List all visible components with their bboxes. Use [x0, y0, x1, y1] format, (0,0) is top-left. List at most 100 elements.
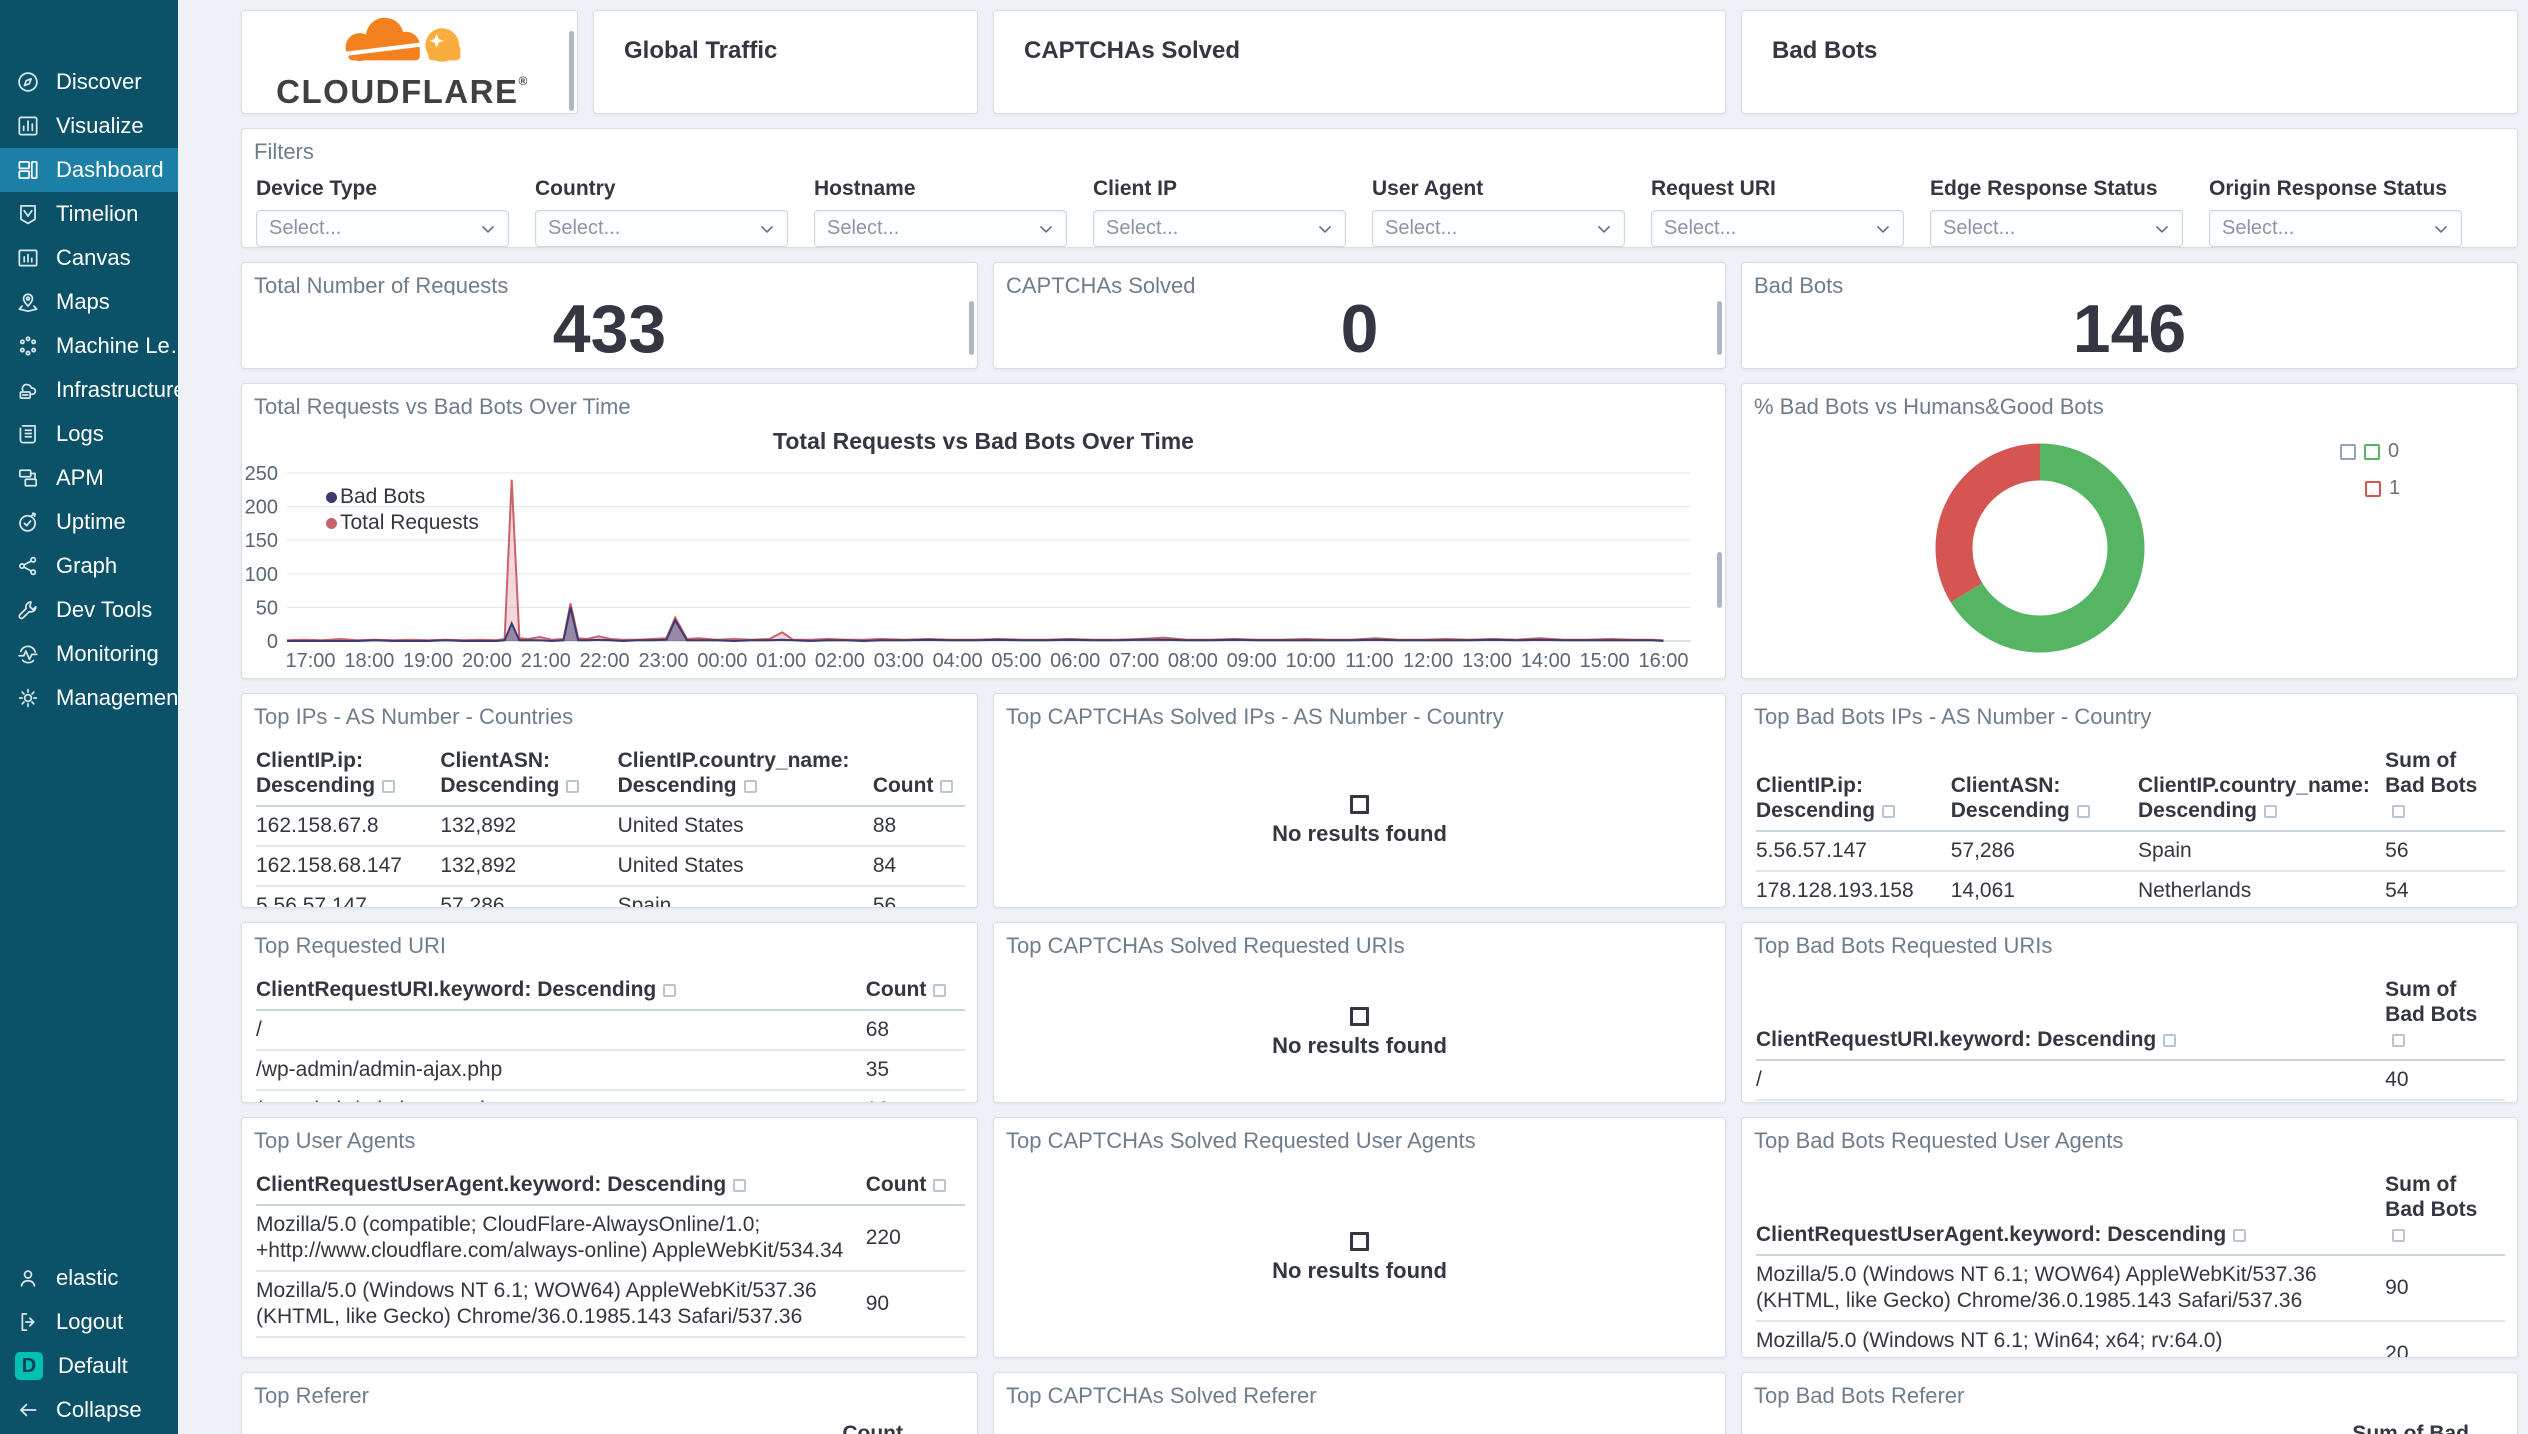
svg-text:20:00: 20:00	[462, 650, 512, 672]
panel-scrollbar[interactable]	[969, 301, 974, 355]
sidebar: Discover Visualize Dashboard Timelion Canvas…	[0, 0, 178, 1434]
filter-label: Client IP	[1093, 177, 1178, 200]
table-cell: 5.56.57.147	[256, 886, 441, 907]
tables-row-user-agents: Top User Agents ClientRequestUserAgent.ke…	[241, 1117, 2518, 1358]
sidebar-item-dev-tools[interactable]: Dev Tools	[0, 588, 178, 632]
table-cell: Spain	[2137, 831, 2386, 872]
select-placeholder: Select...	[1106, 217, 1179, 239]
table-head: ClientRequestURI.keyword: Descending Sum …	[1756, 973, 2505, 1061]
sidebar-item-logs[interactable]: Logs	[0, 412, 178, 456]
column-header-count[interactable]: Count	[865, 1168, 965, 1206]
sidebar-item-infrastructure[interactable]: Infrastructure	[0, 368, 178, 412]
panel-scrollbar[interactable]	[1717, 301, 1722, 355]
sidebar-item-label: APM	[56, 465, 104, 490]
chevron-down-icon	[478, 219, 498, 239]
table-cell: /	[256, 1010, 866, 1051]
panel-scrollbar[interactable]	[569, 31, 574, 111]
table-cell: Spain	[617, 886, 873, 907]
filter-select-country[interactable]: Select...	[535, 210, 788, 247]
column-header-sum-of-bad-bots[interactable]: Sum of Bad Bots	[2385, 1168, 2505, 1256]
panel-total-vs-badbots-chart: Total Requests vs Bad Bots Over Time Tota…	[241, 383, 1726, 679]
select-placeholder: Select...	[1943, 217, 2016, 239]
sidebar-item-uptime[interactable]: Uptime	[0, 500, 178, 544]
sidebar-item-apm[interactable]: APM	[0, 456, 178, 500]
column-header-clientrequestuseragent-keyword-descending[interactable]: ClientRequestUserAgent.keyword: Descendi…	[1756, 1168, 2386, 1256]
sort-square-icon	[933, 984, 947, 997]
sidebar-item-graph[interactable]: Graph	[0, 544, 178, 588]
legend-item-bad-bots[interactable]: Bad Bots	[326, 484, 479, 510]
svg-text:150: 150	[245, 530, 278, 552]
filter-controls: Device Type Select... Country Select... Host…	[242, 165, 2517, 247]
panel-metric-total-number-of-requests: Total Number of Requests 433	[241, 262, 978, 369]
sidebar-item-label: Monitoring	[56, 641, 159, 666]
sort-square-icon	[2233, 1229, 2247, 1242]
column-header-label: ClientIP.country_name: Descending	[617, 749, 850, 797]
filter-select-edge-response-status[interactable]: Select...	[1930, 210, 2183, 247]
filter-select-request-uri[interactable]: Select...	[1651, 210, 1904, 247]
filter-select-client-ip[interactable]: Select...	[1093, 210, 1346, 247]
donut-legend-item-0[interactable]: 0	[2340, 440, 2400, 463]
header-row: CLOUDFLARE® Global Traffic CAPTCHAs Solved…	[241, 10, 2518, 114]
svg-text:12:00: 12:00	[1403, 650, 1453, 672]
sidebar-footer-item-logout[interactable]: Logout	[0, 1300, 178, 1344]
column-header-label: ClientASN: Descending	[440, 749, 560, 797]
table-cell: Mozilla/5.0 (Windows NT 6.1; Win64; x64;…	[1756, 1321, 2386, 1357]
table-cell: 57,286	[440, 886, 618, 907]
legend-square-1	[2365, 480, 2381, 497]
panel-scrollbar[interactable]	[1717, 552, 1722, 608]
sidebar-item-management[interactable]: Management	[0, 676, 178, 720]
column-header-clientip-country-name-descending[interactable]: ClientIP.country_name: Descending	[617, 744, 873, 807]
panel-metric-bad-bots: Bad Bots 146	[1741, 262, 2518, 369]
column-header-sum-of-bad-bots[interactable]: Sum of Bad Bots	[2385, 973, 2505, 1061]
column-header-sum-of-bad-bots[interactable]: Sum of Bad Bots	[2385, 744, 2505, 832]
column-header-count[interactable]: Count	[865, 973, 965, 1011]
table-body: 5.56.57.147 57,286 Spain 56 178.128.193.158 1…	[1756, 831, 2505, 907]
column-header-clientip-country-name-descending[interactable]: ClientIP.country_name: Descending	[2137, 744, 2386, 832]
sidebar-item-timelion[interactable]: Timelion	[0, 192, 178, 236]
donut-legend-item-1[interactable]: 1	[2340, 477, 2400, 500]
svg-text:16:00: 16:00	[1638, 650, 1688, 672]
sidebar-nav: Discover Visualize Dashboard Timelion Canvas…	[0, 60, 178, 720]
table-head: ClientRequestUserAgent.keyword: Descendi…	[256, 1168, 965, 1206]
column-header-clientip-ip-descending[interactable]: ClientIP.ip: Descending	[256, 744, 441, 807]
sidebar-item-visualize[interactable]: Visualize	[0, 104, 178, 148]
column-header-label: ClientRequestUserAgent.keyword: Descendi…	[1756, 1223, 2227, 1246]
svg-text:09:00: 09:00	[1227, 650, 1277, 672]
sidebar-footer-item-elastic[interactable]: elastic	[0, 1256, 178, 1300]
column-header-clientip-ip-descending[interactable]: ClientIP.ip: Descending	[1756, 744, 1951, 832]
sidebar-item-discover[interactable]: Discover	[0, 60, 178, 104]
sidebar-item-label: Graph	[56, 553, 118, 578]
sidebar-item-maps[interactable]: Maps	[0, 280, 178, 324]
sidebar-item-canvas[interactable]: Canvas	[0, 236, 178, 280]
panel-top-captchas-solved-referer: Top CAPTCHAs Solved Referer	[993, 1372, 1726, 1434]
sort-square-icon	[743, 780, 757, 793]
sidebar-item-machine-le[interactable]: Machine Le…	[0, 324, 178, 368]
filter-select-device-type[interactable]: Select...	[256, 210, 509, 247]
filter-select-origin-response-status[interactable]: Select...	[2209, 210, 2462, 247]
table-panel-title: Top Bad Bots Requested User Agents	[1754, 1128, 2124, 1153]
sidebar-item-monitoring[interactable]: Monitoring	[0, 632, 178, 676]
column-header-clientasn-descending[interactable]: ClientASN: Descending	[1950, 744, 2138, 832]
column-header-clientrequesturi-keyword-descending[interactable]: ClientRequestURI.keyword: Descending	[256, 973, 866, 1011]
table-cell: /	[1756, 1060, 2386, 1101]
table-row: Mozilla/5.0 (compatible; CloudFlare-Alwa…	[256, 1205, 965, 1272]
table-body: Mozilla/5.0 (Windows NT 6.1; WOW64) Appl…	[1756, 1255, 2505, 1357]
legend-item-total-requests[interactable]: Total Requests	[326, 510, 479, 536]
column-header-clientasn-descending[interactable]: ClientASN: Descending	[440, 744, 618, 807]
filter-select-hostname[interactable]: Select...	[814, 210, 1067, 247]
table-panel-title: Top Requested URI	[254, 933, 446, 958]
sidebar-footer-item-collapse[interactable]: Collapse	[0, 1388, 178, 1432]
tables-row-uris: Top Requested URI ClientRequestURI.keywor…	[241, 922, 2518, 1103]
sidebar-footer-item-default[interactable]: D Default	[0, 1344, 178, 1388]
logout-icon	[15, 1309, 41, 1335]
table-cell: 57,286	[1950, 831, 2138, 872]
column-header-clientrequesturi-keyword-descending[interactable]: ClientRequestURI.keyword: Descending	[1756, 973, 2386, 1061]
column-header-count[interactable]: Count	[872, 744, 965, 807]
panel-top-referer: Top Referer Count	[241, 1372, 978, 1434]
sidebar-item-label: Discover	[56, 69, 142, 94]
chevron-down-icon	[757, 219, 777, 239]
filter-select-user-agent[interactable]: Select...	[1372, 210, 1625, 247]
panel-badbots-donut: % Bad Bots vs Humans&Good Bots 0 1	[1741, 383, 2518, 679]
column-header-clientrequestuseragent-keyword-descending[interactable]: ClientRequestUserAgent.keyword: Descendi…	[256, 1168, 866, 1206]
sidebar-item-dashboard[interactable]: Dashboard	[0, 148, 178, 192]
